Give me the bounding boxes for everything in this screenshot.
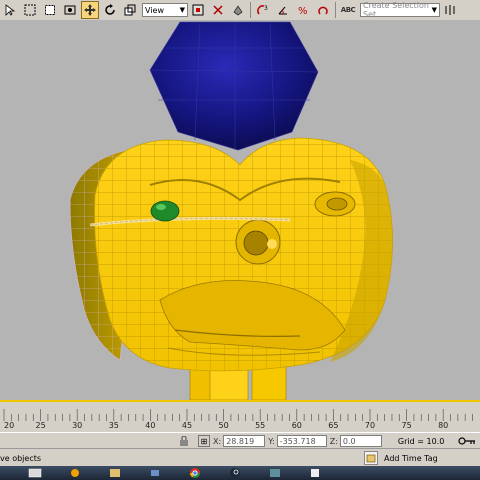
timeline-frame-label: 55 [255, 421, 266, 430]
rectangular-selection-icon[interactable] [41, 1, 59, 19]
z-coord-label: Z: [329, 436, 338, 446]
timeline-ruler [3, 409, 473, 421]
timeline-frame-label: 20 [4, 421, 15, 430]
time-slider[interactable]: 20 25 30 35 40 45 50 55 60 65 70 75 80 [0, 400, 480, 434]
select-and-rotate-icon[interactable] [101, 1, 119, 19]
document-viewer-icon[interactable] [298, 467, 332, 479]
chevron-down-icon: ▼ [431, 6, 437, 14]
snaps-toggle-icon[interactable]: 3 [254, 1, 272, 19]
timeline-frame-label: 65 [328, 421, 339, 430]
named-selection-set-placeholder: Create Selection Set [363, 1, 429, 19]
svg-text:3: 3 [264, 5, 268, 12]
timeline-frame-label: 75 [401, 421, 412, 430]
lock-selection-icon[interactable] [178, 435, 190, 447]
absolute-mode-icon[interactable]: ⊞ [198, 435, 210, 447]
select-and-manipulate-icon[interactable] [209, 1, 227, 19]
scene-render [69, 21, 393, 400]
chevron-down-icon: ▼ [179, 6, 185, 14]
toolbar-divider [335, 2, 336, 18]
select-and-move-icon[interactable] [81, 1, 99, 19]
yellow-head-mesh[interactable] [69, 137, 393, 372]
abc-label: ABC [340, 6, 356, 14]
select-by-name-icon[interactable] [21, 1, 39, 19]
media-player-icon[interactable] [58, 467, 92, 479]
svg-text:%: % [298, 6, 308, 16]
taskbar-spacer [0, 467, 12, 479]
select-object-icon[interactable] [1, 1, 19, 19]
add-time-tag-button[interactable]: Add Time Tag [384, 454, 438, 463]
pivot-center-icon[interactable] [189, 1, 207, 19]
green-eye-mesh[interactable] [150, 200, 180, 222]
x-coord-field[interactable]: 28.819 [223, 435, 266, 447]
percent-snap-icon[interactable]: % [294, 1, 312, 19]
timeline-frame-label: 45 [181, 421, 193, 430]
timeline-frame-label: 80 [438, 421, 449, 430]
y-coord-label: Y: [268, 436, 275, 446]
perspective-viewport[interactable] [0, 20, 480, 400]
timeline-frame-label: 25 [35, 421, 46, 430]
prompt-line: ve objects Add Time Tag [0, 448, 480, 467]
x-coord-label: X: [213, 436, 222, 446]
toolbar-divider [250, 2, 251, 18]
prompt-text: ve objects [0, 453, 42, 463]
grid-size-label: Grid = 10.0 [397, 436, 445, 446]
3ds-max-icon[interactable] [258, 467, 292, 479]
timeline-frame-label: 60 [291, 421, 302, 430]
file-manager-icon[interactable] [98, 467, 132, 479]
time-tag-icon[interactable] [364, 451, 378, 465]
y-coord-field[interactable]: -353.718 [276, 435, 327, 447]
timeline-frame-label: 50 [218, 421, 229, 430]
status-bar: ⊞ X: 28.819 Y: -353.718 Z: 0.0 Grid = 10… [0, 432, 480, 449]
reference-coordinate-value: View [145, 5, 164, 15]
timeline-frame-label: 40 [145, 421, 156, 430]
mirror-icon[interactable] [441, 1, 459, 19]
chrome-browser-icon[interactable] [178, 467, 212, 479]
edit-named-selection-icon[interactable]: ABC [339, 1, 357, 19]
windows-explorer-icon[interactable] [18, 467, 52, 479]
network-icon[interactable] [138, 467, 172, 479]
named-selection-set-select[interactable]: Create Selection Set ▼ [360, 1, 440, 19]
z-coord-field[interactable]: 0.0 [339, 435, 382, 447]
timeline-frame-label: 35 [108, 421, 119, 430]
select-and-scale-icon[interactable] [121, 1, 139, 19]
timeline-frame-label: 70 [364, 421, 376, 430]
timeline-frame-label: 30 [72, 421, 83, 430]
main-toolbar: View ▼ 3 % ABC Create Selection Set ▼ [0, 0, 480, 21]
steam-icon[interactable] [218, 467, 252, 479]
window-crossing-icon[interactable] [61, 1, 79, 19]
spinner-snap-icon[interactable] [314, 1, 332, 19]
reference-coordinate-select[interactable]: View ▼ [142, 3, 188, 17]
keyboard-shortcut-icon[interactable] [229, 1, 247, 19]
angle-snap-icon[interactable] [274, 1, 292, 19]
blue-sphere-mesh[interactable] [149, 21, 319, 151]
key-filters-icon[interactable] [458, 434, 476, 448]
windows-taskbar [0, 466, 480, 480]
